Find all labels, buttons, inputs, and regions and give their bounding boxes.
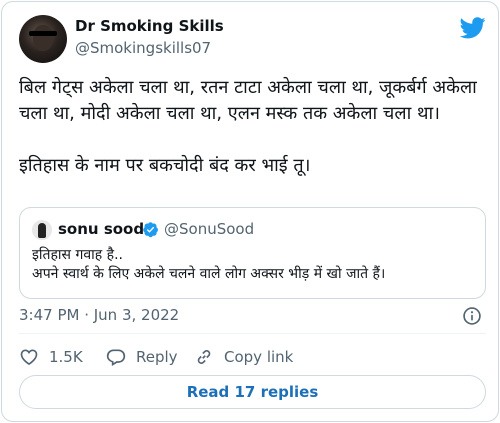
quoted-tweet-text: इतिहास गवाह है.. अपने स्वार्थ के लिए अके… (32, 247, 386, 282)
tweet-timestamp[interactable]: 3:47 PM · Jun 3, 2022 (19, 306, 179, 324)
copy-link-label: Copy link (224, 348, 294, 366)
verified-badge-icon (143, 222, 158, 238)
quoted-tweet[interactable]: sonu sood @SonuSood इतिहास गवाह है.. अपन… (19, 207, 486, 299)
heart-icon (20, 349, 38, 366)
twitter-bird-icon[interactable] (460, 17, 486, 39)
author-handle[interactable]: @Smokingskills07 (75, 39, 211, 57)
avatar-sunglasses (29, 31, 57, 36)
like-count: 1.5K (49, 348, 83, 366)
quoted-author-name: sonu sood (58, 220, 145, 238)
like-button[interactable]: 1.5K (19, 346, 83, 368)
avatar-figure (38, 223, 46, 238)
info-icon[interactable] (462, 306, 482, 326)
read-replies-button[interactable]: Read 17 replies (19, 375, 486, 409)
tweet-text: बिल गेट्स अकेला चला था, रतन टाटा अकेला च… (19, 77, 477, 176)
author-avatar[interactable] (19, 15, 67, 63)
divider (19, 333, 486, 334)
link-icon (197, 350, 211, 364)
reply-button[interactable]: Reply (106, 346, 178, 368)
reply-label: Reply (136, 348, 178, 366)
copy-link-button[interactable]: Copy link (194, 346, 293, 368)
reply-bubble-icon (106, 349, 126, 366)
avatar-face (33, 25, 53, 51)
quoted-author-handle: @SonuSood (164, 220, 255, 238)
quoted-author-avatar (32, 220, 52, 240)
author-name[interactable]: Dr Smoking Skills (75, 17, 224, 35)
tweet-card: Dr Smoking Skills @Smokingskills07 बिल ग… (1, 1, 499, 422)
